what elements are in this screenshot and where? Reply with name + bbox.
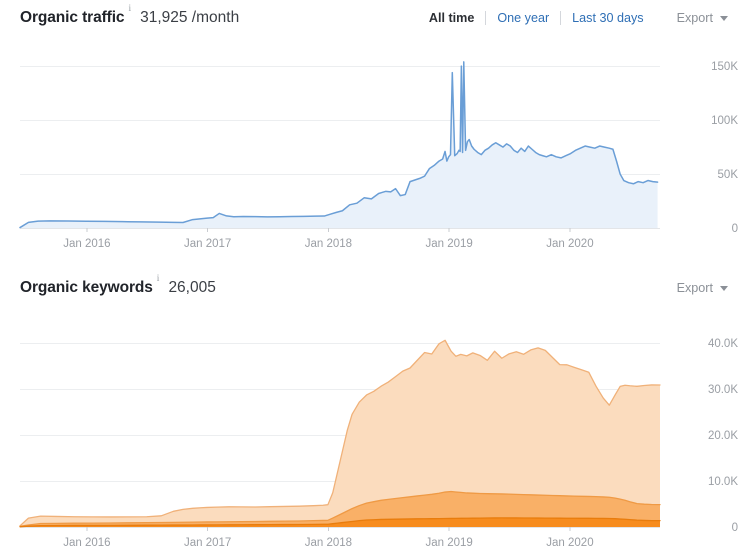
date-range-selector: All time One year Last 30 days	[418, 11, 655, 25]
svg-text:20.0K: 20.0K	[708, 430, 738, 442]
svg-text:Jan 2018: Jan 2018	[305, 537, 352, 547]
organic-traffic-chart[interactable]: 0 50K 100K 150K Jan 2016 Jan 2017 Jan 2018 Jan …	[0, 36, 750, 298]
svg-text:Jan 2020: Jan 2020	[546, 537, 593, 547]
svg-text:Jan 2017: Jan 2017	[184, 537, 231, 547]
info-icon[interactable]: i	[128, 4, 131, 14]
chevron-down-icon	[720, 15, 728, 21]
organic-keywords-panel: Organic keywords i 26,005 Export 0 10.0K 2…	[0, 270, 750, 547]
organic-keywords-chart-area: 0 10.0K 20.0K 30.0K 40.0K Jan 2016 Jan 2017 Jan…	[0, 306, 750, 547]
organic-keywords-chart[interactable]: 0 10.0K 20.0K 30.0K 40.0K Jan 2016 Jan 2017 Jan…	[0, 306, 750, 547]
range-all-time[interactable]: All time	[418, 11, 486, 25]
organic-traffic-controls: All time One year Last 30 days Export	[418, 11, 740, 25]
range-last-30-days[interactable]: Last 30 days	[561, 11, 654, 25]
svg-text:Jan 2016: Jan 2016	[63, 537, 110, 547]
organic-traffic-value: 31,925 /month	[140, 9, 240, 26]
svg-text:Jan 2019: Jan 2019	[426, 537, 473, 547]
organic-traffic-chart-area: 0 50K 100K 150K Jan 2016 Jan 2017 Jan 2018 Jan …	[0, 36, 750, 298]
svg-text:50K: 50K	[718, 169, 739, 181]
page-title: Organic traffic	[20, 9, 125, 26]
svg-text:30.0K: 30.0K	[708, 384, 738, 396]
range-one-year[interactable]: One year	[486, 11, 560, 25]
svg-text:150K: 150K	[711, 61, 738, 73]
export-traffic-button[interactable]: Export	[677, 11, 740, 25]
svg-text:10.0K: 10.0K	[708, 476, 738, 488]
export-label: Export	[676, 11, 713, 25]
svg-text:100K: 100K	[711, 115, 738, 127]
svg-text:0: 0	[732, 522, 738, 534]
organic-keywords-controls: Export	[655, 281, 740, 295]
svg-text:0: 0	[732, 223, 738, 235]
svg-text:Jan 2017: Jan 2017	[184, 238, 231, 250]
organic-keywords-title: Organic keywords	[20, 279, 153, 296]
info-icon[interactable]: i	[157, 274, 160, 284]
organic-traffic-panel: Organic traffic i 31,925 /month All time…	[0, 0, 750, 298]
organic-metrics-page: Organic traffic i 31,925 /month All time…	[0, 0, 750, 547]
export-label: Export	[676, 281, 713, 295]
organic-keywords-value: 26,005	[168, 279, 216, 296]
svg-text:40.0K: 40.0K	[708, 338, 738, 350]
organic-traffic-header: Organic traffic i 31,925 /month All time…	[0, 0, 750, 36]
svg-text:Jan 2019: Jan 2019	[426, 238, 473, 250]
organic-keywords-header: Organic keywords i 26,005 Export	[0, 270, 750, 306]
svg-text:Jan 2016: Jan 2016	[63, 238, 110, 250]
svg-text:Jan 2018: Jan 2018	[305, 238, 352, 250]
chevron-down-icon	[720, 285, 728, 291]
svg-text:Jan 2020: Jan 2020	[546, 238, 593, 250]
export-keywords-button[interactable]: Export	[677, 281, 740, 295]
